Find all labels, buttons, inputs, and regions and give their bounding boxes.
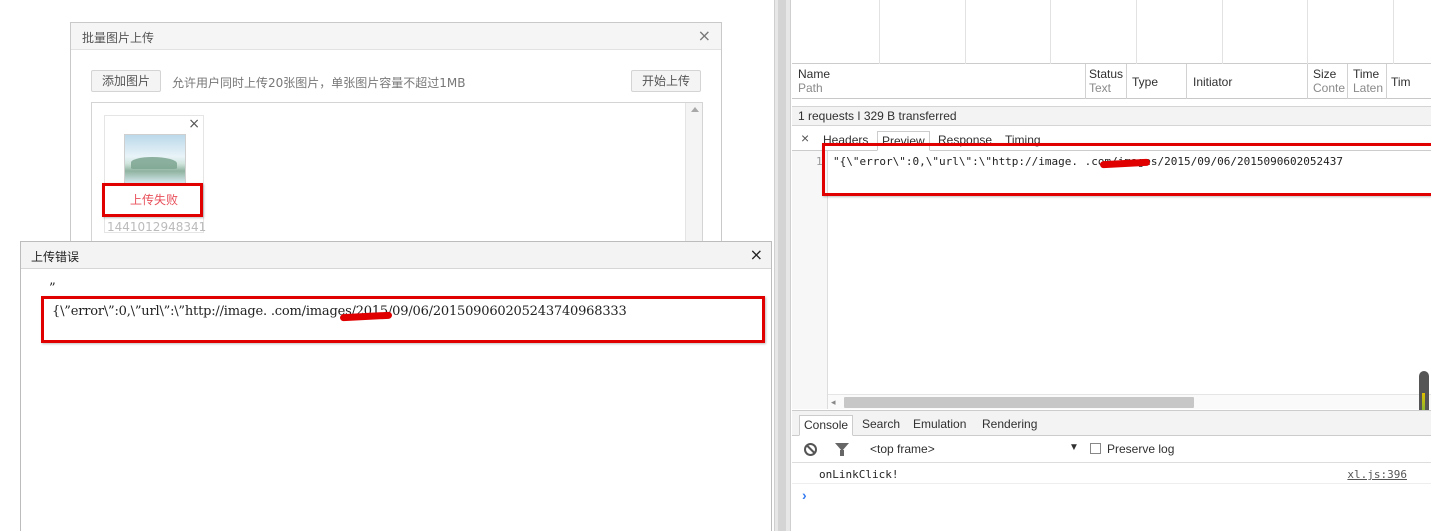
request-detail-tabs: × Headers Preview Response Timing [792,127,1431,151]
tab-emulation[interactable]: Emulation [909,415,970,436]
tab-search[interactable]: Search [858,415,904,436]
column-divider[interactable] [1126,64,1127,99]
grid-line [1393,0,1394,64]
network-summary-bar: 1 requests ǀ 329 B transferred [792,106,1431,126]
upload-dialog-close-icon[interactable]: × [698,26,711,45]
start-upload-button[interactable]: 开始上传 [630,70,701,92]
column-divider[interactable] [1085,64,1086,99]
upload-hint-text: 允许用户同时上传20张图片，单张图片容量不超过1MB [172,76,466,90]
scroll-left-arrow-icon[interactable]: ◂ [831,397,836,408]
grid-line [879,0,880,64]
column-label: Name [798,67,831,81]
column-divider[interactable] [1186,64,1187,99]
error-dialog-close-icon[interactable]: × [750,245,763,264]
response-preview-pane: 1 "{\"error\":0,\"url\":\"http://image. … [792,143,1431,409]
preserve-log-checkbox[interactable] [1090,443,1101,454]
tab-preview[interactable]: Preview [877,131,930,151]
preview-highlight-box [822,143,1431,196]
column-type[interactable]: Type [1132,75,1182,89]
grid-line [1050,0,1051,64]
scrollbar-thumb[interactable] [844,397,1194,408]
frame-select[interactable]: <top frame> [870,442,935,456]
filter-icon[interactable] [835,443,849,456]
pane-splitter[interactable] [774,0,791,531]
remove-thumbnail-icon[interactable]: × [188,116,200,132]
network-column-header: Name Path Status Text Type Initiator Size C… [792,64,1431,99]
error-response-text: {\”error\”:0,\”url\”:\”http://image. .co… [52,304,627,319]
grid-line [1222,0,1223,64]
error-dialog-title: 上传错误 [31,250,80,264]
column-sub-label: Path [798,81,823,95]
line-number: 1 [816,155,823,168]
preserve-log-label[interactable]: Preserve log [1107,442,1174,456]
line-number-gutter: 1 [792,151,828,409]
column-divider[interactable] [1307,64,1308,99]
tab-headers[interactable]: Headers [819,131,872,151]
console-message-text: onLinkClick! [819,468,899,481]
scroll-up-arrow-icon[interactable] [691,107,699,112]
column-sub-label: Laten [1353,81,1384,95]
devtools-panel: Name Path Status Text Type Initiator Size C… [792,0,1431,531]
upload-error-dialog: 上传错误 × ” {\”error\”:0,\”url\”:\”http://i… [20,241,772,531]
add-image-button[interactable]: 添加图片 [91,70,162,92]
column-divider[interactable] [1347,64,1348,99]
tab-response[interactable]: Response [934,131,996,151]
grid-line [1307,0,1308,64]
column-divider[interactable] [1386,64,1387,99]
console-toolbar: <top frame> ▼ Preserve log [792,436,1431,463]
column-label: Status [1089,67,1124,81]
upload-dialog-title: 批量图片上传 [82,31,155,45]
thumbnail-filename: 1441012948341.jpg [107,220,207,234]
error-dialog-header: 上传错误 × [21,242,771,269]
page-left-pane: 批量图片上传 × 添加图片 允许用户同时上传20张图片，单张图片容量不超过1MB… [0,0,774,531]
column-timeline[interactable]: Tim [1391,75,1429,89]
column-initiator[interactable]: Initiator [1193,75,1303,89]
preview-response-text: "{\"error\":0,\"url\":\"http://image. .c… [833,155,1343,168]
column-name[interactable]: Name Path [798,67,1078,95]
column-sub-label: Conte [1313,81,1345,95]
console-source-link[interactable]: xl.js:396 [1347,468,1407,481]
column-label: Time [1353,67,1380,81]
tab-rendering[interactable]: Rendering [978,415,1041,436]
error-quote-mark: ” [49,281,56,296]
tab-console[interactable]: Console [799,415,854,436]
grid-line [1136,0,1137,64]
thumbnail-image [124,134,186,184]
console-message-row: onLinkClick! xl.js:396 [792,464,1431,484]
column-label: Tim [1391,75,1411,89]
column-label: Initiator [1193,75,1233,89]
chevron-down-icon[interactable]: ▼ [1069,442,1079,453]
tab-timing[interactable]: Timing [1001,131,1045,151]
console-prompt-icon[interactable]: › [802,487,807,503]
close-detail-icon[interactable]: × [801,130,809,146]
column-label: Size [1313,67,1337,81]
grid-line [965,0,966,64]
column-label: Type [1132,75,1159,89]
column-size[interactable]: Size Conte [1313,67,1345,95]
column-status[interactable]: Status Text [1089,67,1125,95]
clear-console-icon[interactable] [804,443,817,456]
network-timeline-grid [792,0,1431,64]
redaction-scribble [339,311,393,322]
horizontal-scrollbar[interactable]: ◂ [828,394,1431,409]
thumbnail-item[interactable]: × 上传失败 1441012948341.jpg [104,115,207,234]
column-sub-label: Text [1089,81,1112,95]
upload-failed-status: 上传失败 [129,193,178,207]
batch-upload-dialog: 批量图片上传 × 添加图片 允许用户同时上传20张图片，单张图片容量不超过1MB… [70,22,722,272]
upload-dialog-header: 批量图片上传 × [71,23,721,50]
column-time[interactable]: Time Laten [1353,67,1387,95]
drawer-tabs: Console Search Emulation Rendering [792,410,1431,436]
splitter-grip[interactable] [778,0,786,531]
